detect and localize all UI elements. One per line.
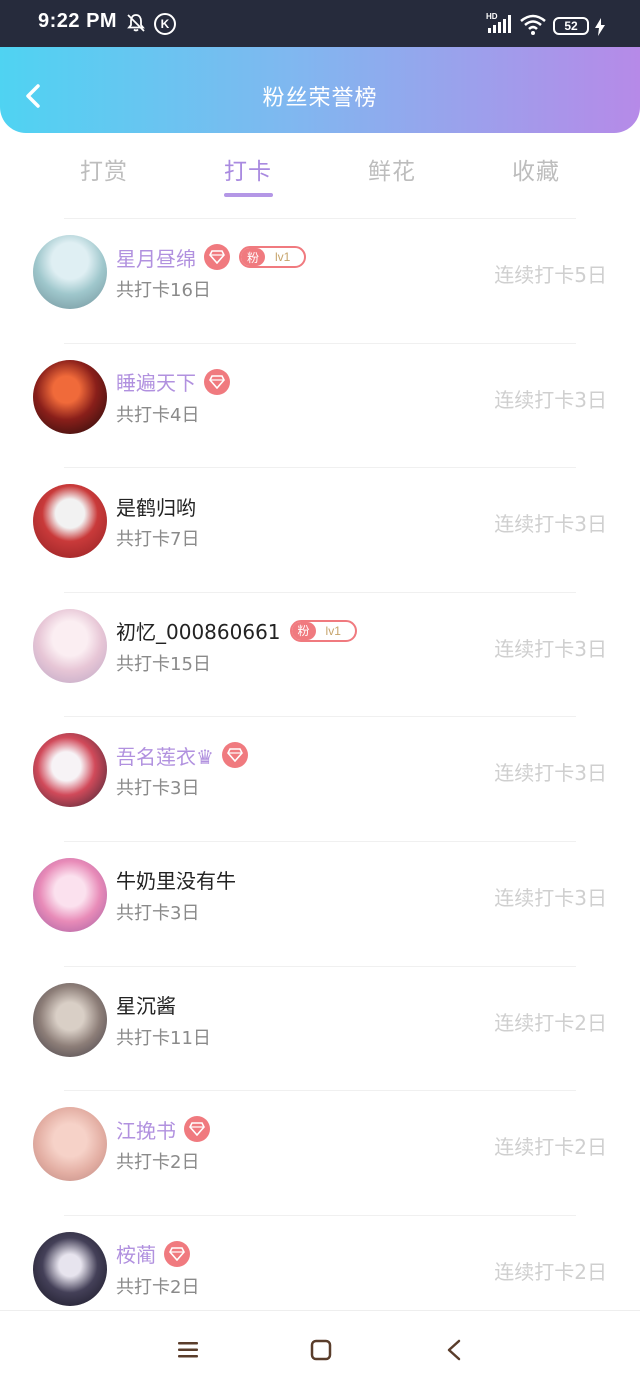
user-name[interactable]: 星沉酱: [116, 990, 176, 1019]
status-time: 9:22 PM: [38, 10, 118, 32]
user-name[interactable]: 星月昼绵: [116, 243, 196, 272]
diamond-badge-icon: [164, 1240, 190, 1267]
avatar[interactable]: [33, 1231, 107, 1306]
streak-checkin: 连续打卡3日: [494, 636, 607, 661]
signal-icon: HD: [486, 12, 511, 33]
streak-checkin: 连续打卡3日: [494, 512, 607, 537]
avatar[interactable]: [33, 1107, 107, 1182]
total-checkin: 共打卡4日: [116, 404, 200, 426]
battery-indicator: 52: [553, 17, 589, 35]
total-checkin: 共打卡15日: [116, 653, 211, 675]
avatar[interactable]: [33, 857, 107, 932]
avatar[interactable]: [33, 484, 107, 559]
fan-level-badge: 粉 lv1: [239, 246, 307, 268]
tab-favorites[interactable]: 收藏: [512, 152, 560, 186]
streak-checkin: 连续打卡3日: [494, 387, 607, 412]
user-name[interactable]: 牛奶里没有牛: [116, 865, 236, 894]
total-checkin: 共打卡16日: [116, 280, 211, 301]
list-item[interactable]: 星沉酱 共打卡11日 连续打卡2日: [0, 967, 640, 1092]
total-checkin: 共打卡11日: [116, 1027, 211, 1049]
system-nav-bar: [0, 1310, 640, 1388]
list-item[interactable]: 星月昼绵 粉 lv1 共打卡16日 连续打卡5日: [0, 219, 640, 344]
total-checkin: 共打卡3日: [116, 778, 200, 800]
tab-reward[interactable]: 打赏: [80, 152, 128, 186]
page-title: 粉丝荣誉榜: [262, 86, 378, 111]
avatar[interactable]: [33, 235, 107, 309]
streak-checkin: 连续打卡2日: [494, 1010, 607, 1035]
streak-checkin: 连续打卡5日: [494, 263, 607, 287]
status-bar: 9:22 PM K HD 52: [0, 0, 640, 47]
tab-flowers[interactable]: 鲜花: [368, 152, 416, 186]
tab-checkin[interactable]: 打卡: [224, 152, 272, 186]
fan-list: 星月昼绵 粉 lv1 共打卡16日 连续打卡5日 睡遍天下 共打卡4日 连续打卡3…: [0, 219, 640, 1340]
streak-checkin: 连续打卡3日: [494, 761, 607, 786]
user-name[interactable]: 是鹤归哟: [116, 492, 196, 521]
list-item[interactable]: 江挽书 共打卡2日 连续打卡2日: [0, 1091, 640, 1216]
wifi-icon: [520, 14, 546, 35]
diamond-badge-icon: [204, 368, 230, 395]
streak-checkin: 连续打卡2日: [494, 1135, 607, 1160]
avatar[interactable]: [33, 733, 107, 808]
avatar[interactable]: [33, 359, 107, 434]
user-name[interactable]: 睡遍天下: [116, 367, 196, 396]
active-tab-indicator: [224, 193, 273, 197]
avatar[interactable]: [33, 982, 107, 1057]
list-item[interactable]: 吾名莲衣♛ 共打卡3日 连续打卡3日: [0, 717, 640, 842]
user-name[interactable]: 江挽书: [116, 1115, 176, 1144]
tab-bar: 打赏 打卡 鲜花 收藏: [0, 140, 640, 200]
streak-checkin: 连续打卡2日: [494, 1259, 607, 1284]
list-item[interactable]: 睡遍天下 共打卡4日 连续打卡3日: [0, 344, 640, 469]
avatar[interactable]: [33, 608, 107, 683]
total-checkin: 共打卡7日: [116, 529, 200, 551]
diamond-badge-icon: [204, 244, 230, 270]
charging-icon: [595, 18, 605, 36]
list-item[interactable]: 是鹤归哟 共打卡7日 连续打卡3日: [0, 468, 640, 593]
k-app-icon: K: [154, 13, 176, 35]
list-item[interactable]: 牛奶里没有牛 共打卡3日 连续打卡3日: [0, 842, 640, 967]
total-checkin: 共打卡3日: [116, 902, 200, 924]
user-name[interactable]: 初忆_000860661: [116, 616, 281, 645]
menu-icon[interactable]: [178, 1341, 198, 1359]
fan-level-badge: 粉 lv1: [289, 619, 357, 642]
user-name[interactable]: 桉蔺: [116, 1239, 156, 1268]
back-icon[interactable]: [446, 1339, 462, 1361]
total-checkin: 共打卡2日: [116, 1276, 200, 1298]
bell-off-icon: [127, 14, 145, 32]
svg-text:HD: HD: [486, 12, 498, 21]
total-checkin: 共打卡2日: [116, 1152, 200, 1174]
user-name[interactable]: 吾名莲衣♛: [116, 741, 214, 770]
home-icon[interactable]: [310, 1339, 332, 1361]
list-item[interactable]: 初忆_000860661 粉 lv1 共打卡15日 连续打卡3日: [0, 593, 640, 718]
streak-checkin: 连续打卡3日: [494, 885, 607, 910]
diamond-badge-icon: [221, 742, 248, 769]
diamond-badge-icon: [184, 1116, 210, 1143]
